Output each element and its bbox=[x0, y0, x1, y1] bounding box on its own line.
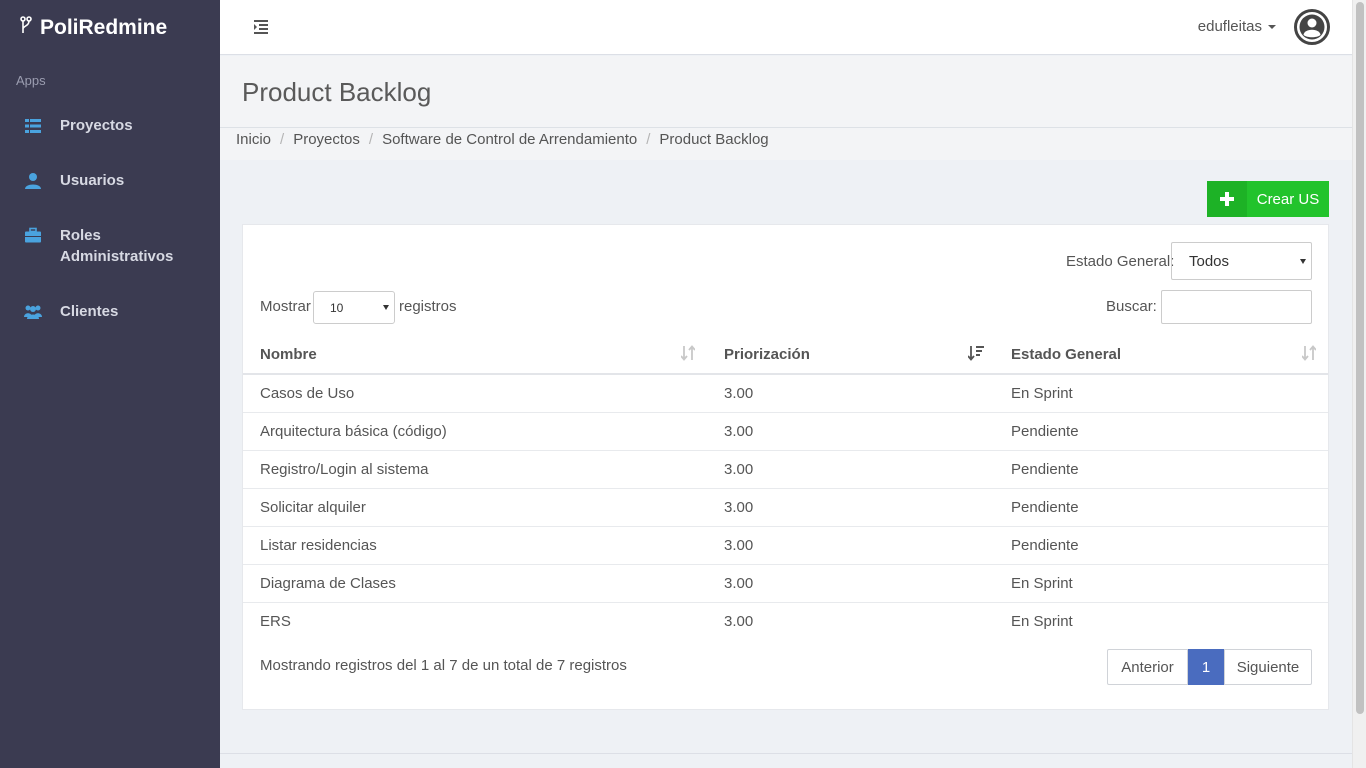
breadcrumb-current: Product Backlog bbox=[659, 131, 769, 148]
plus-icon bbox=[1207, 181, 1247, 217]
column-header-label: Priorización bbox=[724, 345, 810, 363]
column-header-nombre[interactable]: Nombre bbox=[243, 335, 707, 375]
estado-filter-label: Estado General: bbox=[1066, 253, 1175, 270]
briefcase-icon bbox=[24, 227, 42, 245]
cell-estado: Pendiente bbox=[994, 526, 1328, 565]
user-menu[interactable]: edufleitas bbox=[1198, 18, 1276, 35]
pagination-page-button[interactable]: 1 bbox=[1188, 649, 1224, 685]
table-row[interactable]: Registro/Login al sistema 3.00 Pendiente bbox=[243, 450, 1328, 489]
table-row[interactable]: Solicitar alquiler 3.00 Pendiente bbox=[243, 488, 1328, 527]
breadcrumb-separator: / bbox=[280, 131, 285, 148]
search-label: Buscar: bbox=[1106, 298, 1157, 315]
sidebar: PoliRedmine Apps Proyectos Usuarios Role… bbox=[0, 0, 220, 768]
footer-divider bbox=[220, 753, 1352, 754]
sidebar-item-label: Usuarios bbox=[60, 172, 125, 189]
page-length-value: 10 bbox=[330, 301, 344, 315]
page-length-select[interactable]: 10 bbox=[313, 291, 395, 324]
pagination-prev-button[interactable]: Anterior bbox=[1107, 649, 1188, 685]
breadcrumb-proyectos[interactable]: Proyectos bbox=[293, 131, 360, 148]
sidebar-item-usuarios[interactable]: Usuarios bbox=[0, 164, 220, 197]
select-arrow-icon bbox=[1300, 259, 1306, 264]
cell-estado: En Sprint bbox=[994, 374, 1328, 413]
users-icon bbox=[24, 303, 42, 321]
cell-priorizacion: 3.00 bbox=[707, 450, 994, 489]
avatar[interactable] bbox=[1294, 9, 1330, 45]
caret-down-icon bbox=[1268, 25, 1276, 30]
create-us-button[interactable]: Crear US bbox=[1207, 181, 1329, 217]
breadcrumb-separator: / bbox=[646, 131, 651, 148]
brand[interactable]: PoliRedmine bbox=[0, 0, 220, 55]
cell-priorizacion: 3.00 bbox=[724, 612, 754, 630]
estado-filter-select[interactable]: Todos bbox=[1171, 242, 1312, 280]
registros-label: registros bbox=[399, 298, 457, 315]
username: edufleitas bbox=[1197, 18, 1262, 35]
table-row[interactable]: Casos de Uso 3.00 En Sprint bbox=[243, 374, 1328, 413]
cell-nombre: Registro/Login al sistema bbox=[243, 450, 707, 489]
page-header: Product Backlog bbox=[220, 56, 1352, 128]
branch-icon bbox=[20, 15, 32, 40]
sort-icon bbox=[680, 345, 696, 361]
backlog-table: Nombre Priorización Estado General Casos… bbox=[243, 335, 1328, 640]
list-icon bbox=[24, 117, 42, 135]
backlog-panel: Estado General: Todos Mostrar 10 registr… bbox=[242, 224, 1329, 710]
table-row[interactable]: Arquitectura básica (código) 3.00 Pendient… bbox=[243, 412, 1328, 451]
scrollbar-thumb[interactable] bbox=[1356, 2, 1364, 714]
search-input[interactable] bbox=[1161, 290, 1312, 324]
breadcrumb-project[interactable]: Software de Control de Arrendamiento bbox=[382, 131, 637, 148]
cell-nombre: Arquitectura básica (código) bbox=[243, 412, 707, 451]
breadcrumb: Inicio / Proyectos / Software de Control… bbox=[236, 131, 769, 148]
cell-estado: Pendiente bbox=[994, 412, 1328, 451]
sidebar-item-label: Roles Administrativos bbox=[60, 227, 174, 265]
breadcrumb-separator: / bbox=[368, 131, 374, 148]
cell-estado: Pendiente bbox=[994, 488, 1328, 527]
table-row[interactable]: Listar residencias 3.00 Pendiente bbox=[243, 526, 1328, 565]
column-header-label: Estado General bbox=[1011, 345, 1122, 363]
select-arrow-icon bbox=[383, 305, 389, 310]
estado-filter-value: Todos bbox=[1189, 253, 1230, 270]
cell-nombre: Diagrama de Clases bbox=[243, 564, 707, 603]
cell-estado: En Sprint bbox=[1011, 612, 1073, 630]
sidebar-item-label: Clientes bbox=[60, 303, 119, 320]
brand-name: PoliRedmine bbox=[40, 15, 168, 39]
sort-icon bbox=[1301, 345, 1317, 361]
table-row[interactable]: Diagrama de Clases 3.00 En Sprint bbox=[243, 564, 1328, 603]
cell-priorizacion: 3.00 bbox=[707, 564, 994, 603]
cell-priorizacion: 3.00 bbox=[707, 488, 994, 527]
table-header-row: Nombre Priorización Estado General bbox=[243, 335, 1328, 375]
pagination-next-button[interactable]: Siguiente bbox=[1224, 649, 1312, 685]
page-title: Product Backlog bbox=[242, 77, 432, 107]
breadcrumb-inicio[interactable]: Inicio bbox=[236, 131, 271, 148]
cell-nombre: Listar residencias bbox=[243, 526, 707, 565]
create-us-label: Crear US bbox=[1256, 190, 1320, 208]
cell-estado: En Sprint bbox=[994, 564, 1328, 603]
sidebar-item-proyectos[interactable]: Proyectos bbox=[0, 109, 220, 142]
sidebar-item-roles[interactable]: Roles Administrativos bbox=[0, 219, 220, 273]
cell-priorizacion: 3.00 bbox=[707, 374, 994, 413]
pagination: Anterior 1 Siguiente bbox=[1107, 649, 1312, 685]
cell-nombre: Solicitar alquiler bbox=[243, 488, 707, 527]
topbar: edufleitas bbox=[220, 0, 1352, 55]
column-header-priorizacion[interactable]: Priorización bbox=[707, 335, 994, 375]
user-icon bbox=[24, 172, 42, 190]
scrollbar[interactable] bbox=[1352, 0, 1366, 768]
column-header-label: Nombre bbox=[260, 345, 317, 363]
mostrar-label: Mostrar bbox=[260, 298, 311, 315]
cell-nombre: Casos de Uso bbox=[243, 374, 707, 413]
table-info: Mostrando registros del 1 al 7 de un tot… bbox=[260, 657, 627, 674]
breadcrumb-bar: Inicio / Proyectos / Software de Control… bbox=[220, 128, 1352, 160]
cell-priorizacion: 3.00 bbox=[707, 526, 994, 565]
sidebar-item-label: Proyectos bbox=[60, 117, 133, 134]
cell-nombre: ERS bbox=[260, 612, 291, 630]
cell-estado: Pendiente bbox=[994, 450, 1328, 489]
sort-desc-icon bbox=[967, 345, 984, 361]
table-row[interactable]: ERS 3.00 En Sprint bbox=[243, 602, 1328, 640]
cell-priorizacion: 3.00 bbox=[707, 412, 994, 451]
column-header-estado[interactable]: Estado General bbox=[994, 335, 1328, 375]
sidebar-toggle-icon[interactable] bbox=[252, 17, 270, 35]
section-label-apps: Apps bbox=[16, 73, 46, 88]
sidebar-item-clientes[interactable]: Clientes bbox=[0, 295, 220, 328]
